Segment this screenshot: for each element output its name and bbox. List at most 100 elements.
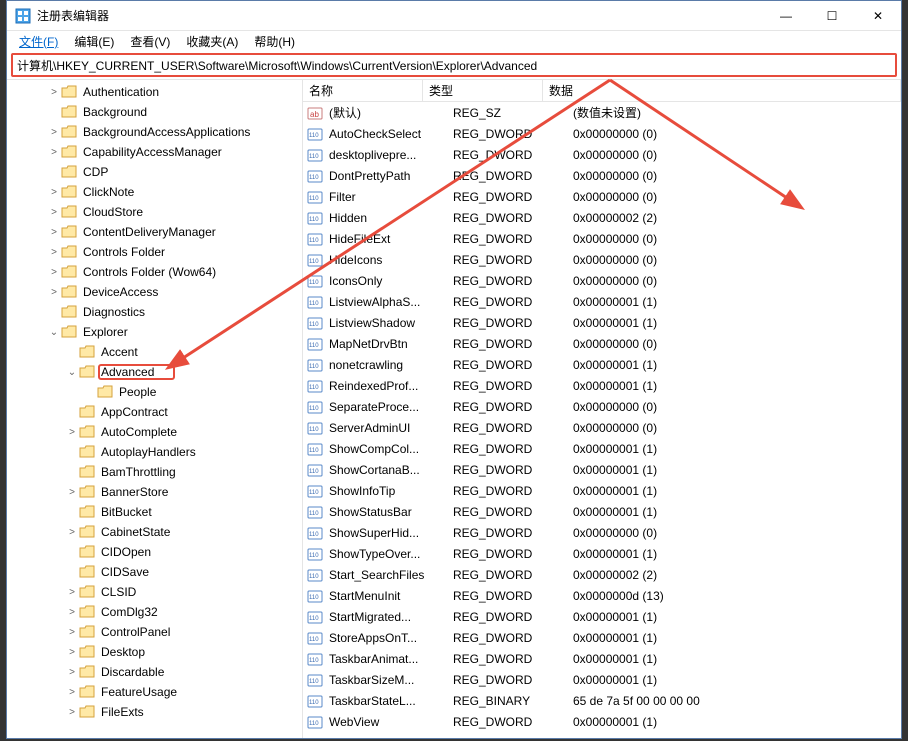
list-body[interactable]: ab(默认)REG_SZ(数值未设置)110AutoCheckSelectREG… bbox=[303, 102, 901, 738]
dword-value-icon: 110 bbox=[307, 651, 323, 667]
tree-node-controlpanel[interactable]: >ControlPanel bbox=[7, 622, 302, 642]
value-row[interactable]: 110Start_SearchFilesREG_DWORD0x00000002 … bbox=[303, 564, 901, 585]
value-row[interactable]: 110WebViewREG_DWORD0x00000001 (1) bbox=[303, 711, 901, 732]
value-row[interactable]: 110ShowSuperHid...REG_DWORD0x00000000 (0… bbox=[303, 522, 901, 543]
tree-expander-icon[interactable]: > bbox=[65, 527, 79, 538]
tree-node-cidopen[interactable]: CIDOpen bbox=[7, 542, 302, 562]
tree-node-authentication[interactable]: >Authentication bbox=[7, 82, 302, 102]
menu-help[interactable]: 帮助(H) bbox=[246, 31, 303, 52]
value-row[interactable]: 110ShowCompCol...REG_DWORD0x00000001 (1) bbox=[303, 438, 901, 459]
value-row[interactable]: 110ListviewAlphaS...REG_DWORD0x00000001 … bbox=[303, 291, 901, 312]
value-row[interactable]: 110ServerAdminUIREG_DWORD0x00000000 (0) bbox=[303, 417, 901, 438]
tree-node-advanced[interactable]: ⌄Advanced bbox=[7, 362, 302, 382]
tree-expander-icon[interactable]: > bbox=[65, 427, 79, 438]
tree-node-accent[interactable]: Accent bbox=[7, 342, 302, 362]
value-row[interactable]: 110ReindexedProf...REG_DWORD0x00000001 (… bbox=[303, 375, 901, 396]
value-row[interactable]: 110StartMenuInitREG_DWORD0x0000000d (13) bbox=[303, 585, 901, 606]
tree-node-comdlg32[interactable]: >ComDlg32 bbox=[7, 602, 302, 622]
value-row[interactable]: 110DontPrettyPathREG_DWORD0x00000000 (0) bbox=[303, 165, 901, 186]
tree-node-cdp[interactable]: CDP bbox=[7, 162, 302, 182]
dword-value-icon: 110 bbox=[307, 357, 323, 373]
menu-edit[interactable]: 编辑(E) bbox=[66, 31, 122, 52]
value-row[interactable]: 110IconsOnlyREG_DWORD0x00000000 (0) bbox=[303, 270, 901, 291]
value-row[interactable]: 110AutoCheckSelectREG_DWORD0x00000000 (0… bbox=[303, 123, 901, 144]
value-row[interactable]: 110ShowStatusBarREG_DWORD0x00000001 (1) bbox=[303, 501, 901, 522]
tree-node-bitbucket[interactable]: BitBucket bbox=[7, 502, 302, 522]
tree-expander-icon[interactable]: > bbox=[47, 287, 61, 298]
value-row[interactable]: 110ShowCortanaB...REG_DWORD0x00000001 (1… bbox=[303, 459, 901, 480]
col-header-type[interactable]: 类型 bbox=[423, 80, 543, 101]
address-bar[interactable]: 计算机\HKEY_CURRENT_USER\Software\Microsoft… bbox=[11, 53, 897, 77]
tree-expander-icon[interactable]: > bbox=[47, 127, 61, 138]
value-row[interactable]: 110StoreAppsOnT...REG_DWORD0x00000001 (1… bbox=[303, 627, 901, 648]
tree-expander-icon[interactable]: ⌄ bbox=[47, 327, 61, 338]
tree-node-explorer[interactable]: ⌄Explorer bbox=[7, 322, 302, 342]
col-header-data[interactable]: 数据 bbox=[543, 80, 901, 101]
tree-expander-icon[interactable]: > bbox=[65, 647, 79, 658]
value-row[interactable]: 110HideIconsREG_DWORD0x00000000 (0) bbox=[303, 249, 901, 270]
close-button[interactable]: ✕ bbox=[855, 1, 901, 31]
tree-node-bamthrottling[interactable]: BamThrottling bbox=[7, 462, 302, 482]
tree-node-desktop[interactable]: >Desktop bbox=[7, 642, 302, 662]
tree-expander-icon[interactable]: > bbox=[47, 267, 61, 278]
value-row[interactable]: ab(默认)REG_SZ(数值未设置) bbox=[303, 102, 901, 123]
tree-expander-icon[interactable]: > bbox=[65, 667, 79, 678]
tree-expander-icon[interactable]: > bbox=[47, 247, 61, 258]
tree-expander-icon[interactable]: ⌄ bbox=[65, 367, 79, 378]
tree-expander-icon[interactable]: > bbox=[47, 87, 61, 98]
tree-expander-icon[interactable]: > bbox=[65, 627, 79, 638]
tree-node-discardable[interactable]: >Discardable bbox=[7, 662, 302, 682]
tree-pane[interactable]: >AuthenticationBackground>BackgroundAcce… bbox=[7, 80, 303, 738]
value-row[interactable]: 110SeparateProce...REG_DWORD0x00000000 (… bbox=[303, 396, 901, 417]
tree-node-fileexts[interactable]: >FileExts bbox=[7, 702, 302, 722]
tree-node-cloudstore[interactable]: >CloudStore bbox=[7, 202, 302, 222]
tree-expander-icon[interactable]: > bbox=[65, 607, 79, 618]
tree-node-autoplayhandlers[interactable]: AutoplayHandlers bbox=[7, 442, 302, 462]
tree-expander-icon[interactable]: > bbox=[47, 207, 61, 218]
tree-node-capabilityaccessmanager[interactable]: >CapabilityAccessManager bbox=[7, 142, 302, 162]
tree-node-cabinetstate[interactable]: >CabinetState bbox=[7, 522, 302, 542]
tree-node-bannerstore[interactable]: >BannerStore bbox=[7, 482, 302, 502]
tree-expander-icon[interactable]: > bbox=[47, 227, 61, 238]
value-row[interactable]: 110ListviewShadowREG_DWORD0x00000001 (1) bbox=[303, 312, 901, 333]
tree-expander-icon[interactable]: > bbox=[65, 687, 79, 698]
tree-expander-icon[interactable]: > bbox=[65, 487, 79, 498]
menu-favorites[interactable]: 收藏夹(A) bbox=[178, 31, 246, 52]
value-row[interactable]: 110TaskbarStateL...REG_BINARY65 de 7a 5f… bbox=[303, 690, 901, 711]
value-row[interactable]: 110nonetcrawlingREG_DWORD0x00000001 (1) bbox=[303, 354, 901, 375]
tree-expander-icon[interactable]: > bbox=[47, 187, 61, 198]
value-row[interactable]: 110FilterREG_DWORD0x00000000 (0) bbox=[303, 186, 901, 207]
tree-expander-icon[interactable]: > bbox=[65, 587, 79, 598]
value-row[interactable]: 110TaskbarAnimat...REG_DWORD0x00000001 (… bbox=[303, 648, 901, 669]
tree-node-background[interactable]: Background bbox=[7, 102, 302, 122]
tree-node-contentdeliverymanager[interactable]: >ContentDeliveryManager bbox=[7, 222, 302, 242]
maximize-button[interactable]: ☐ bbox=[809, 1, 855, 31]
menu-view[interactable]: 查看(V) bbox=[122, 31, 178, 52]
tree-node-people[interactable]: People bbox=[7, 382, 302, 402]
tree-node-diagnostics[interactable]: Diagnostics bbox=[7, 302, 302, 322]
value-row[interactable]: 110HideFileExtREG_DWORD0x00000000 (0) bbox=[303, 228, 901, 249]
minimize-button[interactable]: — bbox=[763, 1, 809, 31]
tree-node-backgroundaccessapplications[interactable]: >BackgroundAccessApplications bbox=[7, 122, 302, 142]
value-row[interactable]: 110StartMigrated...REG_DWORD0x00000001 (… bbox=[303, 606, 901, 627]
tree-node-controls-folder[interactable]: >Controls Folder bbox=[7, 242, 302, 262]
value-row[interactable]: 110ShowTypeOver...REG_DWORD0x00000001 (1… bbox=[303, 543, 901, 564]
value-row[interactable]: 110ShowInfoTipREG_DWORD0x00000001 (1) bbox=[303, 480, 901, 501]
tree-expander-icon[interactable]: > bbox=[65, 707, 79, 718]
value-row[interactable]: 110MapNetDrvBtnREG_DWORD0x00000000 (0) bbox=[303, 333, 901, 354]
tree-node-autocomplete[interactable]: >AutoComplete bbox=[7, 422, 302, 442]
tree-node-clsid[interactable]: >CLSID bbox=[7, 582, 302, 602]
tree-node-appcontract[interactable]: AppContract bbox=[7, 402, 302, 422]
col-header-name[interactable]: 名称 bbox=[303, 80, 423, 101]
tree-node-featureusage[interactable]: >FeatureUsage bbox=[7, 682, 302, 702]
tree-node-controls-folder-wow64-[interactable]: >Controls Folder (Wow64) bbox=[7, 262, 302, 282]
tree-node-cidsave[interactable]: CIDSave bbox=[7, 562, 302, 582]
svg-text:ab: ab bbox=[310, 110, 319, 119]
value-row[interactable]: 110desktoplivepre...REG_DWORD0x00000000 … bbox=[303, 144, 901, 165]
value-row[interactable]: 110HiddenREG_DWORD0x00000002 (2) bbox=[303, 207, 901, 228]
tree-expander-icon[interactable]: > bbox=[47, 147, 61, 158]
menu-file[interactable]: 文件(F) bbox=[11, 31, 66, 52]
tree-node-clicknote[interactable]: >ClickNote bbox=[7, 182, 302, 202]
value-row[interactable]: 110TaskbarSizeM...REG_DWORD0x00000001 (1… bbox=[303, 669, 901, 690]
tree-node-deviceaccess[interactable]: >DeviceAccess bbox=[7, 282, 302, 302]
